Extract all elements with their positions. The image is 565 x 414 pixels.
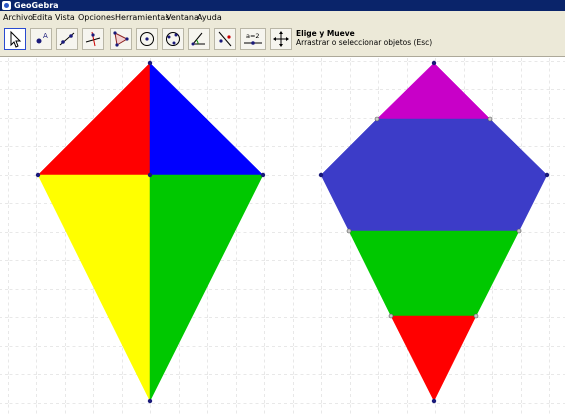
point[interactable] [147, 398, 153, 404]
point[interactable] [260, 172, 266, 178]
polygon-tool-button[interactable] [110, 28, 132, 50]
point[interactable] [516, 228, 522, 234]
menu-ventana[interactable]: Ventana [166, 11, 199, 25]
svg-text:A: A [43, 32, 48, 40]
slider-tool-button[interactable]: a=2 [240, 28, 266, 50]
conic-tool-button[interactable] [162, 28, 184, 50]
menu-vista[interactable]: Vista [55, 11, 75, 25]
menu-archivo[interactable]: Archivo [3, 11, 33, 25]
point[interactable] [374, 116, 380, 122]
line-tool-icon [59, 32, 75, 46]
geogebra-app-icon [2, 1, 11, 10]
point[interactable] [487, 116, 493, 122]
point[interactable] [318, 172, 324, 178]
point[interactable] [431, 60, 437, 66]
window-title: GeoGebra [14, 1, 59, 10]
reflect-tool-icon [218, 31, 232, 47]
move-view-tool-button[interactable] [270, 28, 292, 50]
point[interactable] [346, 228, 352, 234]
graphics-view[interactable] [0, 57, 565, 414]
point[interactable] [544, 172, 550, 178]
angle-tool-icon [191, 32, 205, 46]
toolbar: A a=2 Elige y Mueve Arrastrar o seleccio… [0, 25, 565, 57]
active-tool-help: Arrastrar o seleccionar objetos (Esc) [296, 38, 433, 47]
slider-tool-icon: a=2 [244, 32, 262, 45]
menu-herramientas[interactable]: Herramientas [115, 11, 170, 25]
point-tool-icon: A [36, 32, 48, 44]
menu-edita[interactable]: Edita [32, 11, 52, 25]
perpendicular-tool-icon [85, 31, 101, 47]
move-tool-icon [10, 30, 22, 48]
point-tool-button[interactable]: A [30, 28, 52, 50]
active-tool-name: Elige y Mueve [296, 29, 355, 38]
point[interactable] [147, 172, 153, 178]
graphics-canvas[interactable] [0, 57, 565, 414]
angle-tool-button[interactable] [188, 28, 210, 50]
point[interactable] [388, 313, 394, 319]
title-bar: GeoGebra [0, 0, 565, 11]
move-view-tool-icon [273, 31, 289, 47]
menu-ayuda[interactable]: Ayuda [197, 11, 222, 25]
polygon-tool-icon [113, 31, 129, 47]
point[interactable] [473, 313, 479, 319]
conic-tool-icon [166, 32, 180, 46]
menu-bar: Archivo Edita Vista Opciones Herramienta… [0, 11, 565, 25]
point[interactable] [431, 398, 437, 404]
tool-info: Elige y Mueve Arrastrar o seleccionar ob… [296, 29, 432, 48]
point[interactable] [35, 172, 41, 178]
slider-tool-label: a=2 [246, 32, 260, 40]
reflect-tool-button[interactable] [214, 28, 236, 50]
perpendicular-tool-button[interactable] [82, 28, 104, 50]
line-tool-button[interactable] [56, 28, 78, 50]
circle-tool-button[interactable] [136, 28, 158, 50]
menu-opciones[interactable]: Opciones [78, 11, 115, 25]
point[interactable] [147, 60, 153, 66]
circle-tool-icon [140, 32, 154, 46]
move-tool-button[interactable] [4, 28, 26, 50]
